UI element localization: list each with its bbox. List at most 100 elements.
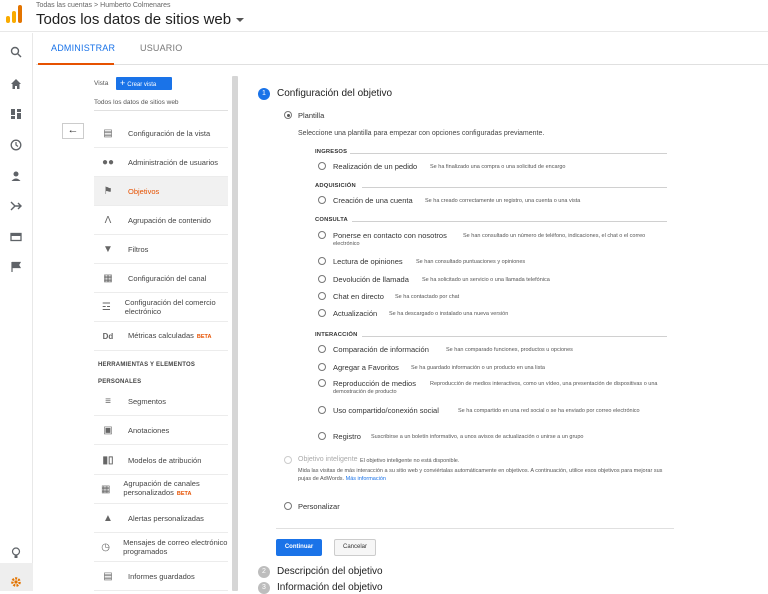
- menu-item-goals[interactable]: ⚑ Objetivos: [94, 177, 228, 206]
- menu-item-label: Mensajes de correo electrónico programad…: [123, 538, 228, 556]
- goal-option-radio[interactable]: [318, 196, 326, 204]
- menu-item-label: Objetivos: [128, 186, 160, 196]
- back-arrow-button[interactable]: ←: [62, 123, 84, 139]
- goal-option-description: Se ha finalizado una compra o una solici…: [430, 164, 566, 170]
- menu-item-segments[interactable]: ≡ Segmentos: [94, 387, 228, 416]
- goal-option-radio[interactable]: [318, 257, 326, 265]
- menu-item-annotations[interactable]: ▣ Anotaciones: [94, 416, 228, 445]
- continue-button[interactable]: Continuar: [276, 539, 322, 556]
- menu-item-channel-settings[interactable]: ▦ Configuración del canal: [94, 264, 228, 293]
- menu-item-view-settings[interactable]: ▤ Configuración de la vista: [94, 119, 228, 148]
- tab-administrar[interactable]: ADMINISTRAR: [51, 43, 115, 53]
- tab-usuario[interactable]: USUARIO: [140, 43, 182, 53]
- menu-item-label: Administración de usuarios: [128, 157, 219, 167]
- category-heading: INTERACCIÓN: [315, 332, 358, 338]
- clock-icon[interactable]: [8, 139, 24, 155]
- acquisition-icon[interactable]: [8, 200, 24, 216]
- users-icon: ●●: [101, 156, 115, 168]
- lightbulb-icon[interactable]: [8, 547, 24, 563]
- custom-radio[interactable]: [284, 502, 292, 510]
- goal-option-label[interactable]: Lectura de opiniones: [333, 257, 403, 266]
- beta-badge: BETA: [196, 333, 212, 340]
- megaphone-icon: ▲: [103, 512, 113, 524]
- menu-item-ecommerce-settings[interactable]: ☲ Configuración del comercio electrónico: [94, 293, 228, 322]
- menu-item-saved-reports[interactable]: ▤ Informes guardados: [94, 562, 228, 591]
- behavior-icon[interactable]: [8, 231, 24, 247]
- person-icon[interactable]: [8, 170, 24, 186]
- goal-option-radio[interactable]: [318, 275, 326, 283]
- dd-icon: Dd: [102, 331, 114, 341]
- step-title: Descripción del objetivo: [277, 566, 383, 577]
- template-intro: Seleccione una plantilla para empezar co…: [298, 130, 545, 137]
- custom-label[interactable]: Personalizar: [298, 502, 340, 511]
- active-tab-indicator: [38, 63, 114, 65]
- breadcrumb[interactable]: Todas las cuentas > Humberto Colmenares: [36, 2, 171, 9]
- scrollbar[interactable]: [232, 76, 238, 591]
- goal-option-description: Suscribirse a un boletín informativo, a …: [371, 434, 584, 440]
- analytics-logo-icon[interactable]: [6, 5, 22, 23]
- menu-item-scheduled-emails[interactable]: ◷ Mensajes de correo electrónico programa…: [94, 533, 228, 562]
- learn-more-link[interactable]: Más información: [346, 476, 386, 482]
- menu-item-custom-channel-grouping[interactable]: ▦ Agrupación de canales personalizados BET…: [94, 475, 228, 504]
- menu-item-label: Modelos de atribución: [128, 455, 202, 465]
- view-name[interactable]: Todos los datos de sitios web: [94, 99, 179, 106]
- goal-option-label[interactable]: Actualización: [333, 309, 377, 318]
- document-icon: ▤: [103, 570, 113, 582]
- plus-icon: +: [120, 78, 126, 88]
- view-selector[interactable]: Todos los datos de sitios web: [36, 11, 245, 28]
- smart-goal-radio[interactable]: [284, 456, 292, 464]
- goal-option-label[interactable]: Agregar a Favoritos: [333, 363, 399, 372]
- category-heading: CONSULTA: [315, 217, 348, 223]
- template-label[interactable]: Plantilla: [298, 111, 324, 120]
- goal-option-label[interactable]: Comparación de información: [333, 345, 429, 354]
- menu-item-label: Informes guardados: [128, 571, 195, 581]
- goal-option-label[interactable]: Registro: [333, 432, 361, 441]
- dashboard-icon[interactable]: [8, 108, 24, 124]
- view-column-label: Vista: [94, 80, 109, 87]
- home-icon[interactable]: [8, 78, 24, 94]
- menu-item-attribution-models[interactable]: ▮▯ Modelos de atribución: [94, 446, 228, 475]
- menu-item-content-grouping[interactable]: Λ Agrupación de contenido: [94, 206, 228, 235]
- goal-option-radio[interactable]: [318, 363, 326, 371]
- goal-option-radio[interactable]: [318, 231, 326, 239]
- segments-icon: ≡: [105, 395, 111, 407]
- menu-item-label: Filtros: [128, 244, 149, 254]
- flag-icon[interactable]: [8, 261, 24, 277]
- goal-option-radio[interactable]: [318, 162, 326, 170]
- menu-item-label: Métricas calculadas BETA: [128, 331, 211, 342]
- arrow-left-icon: ←: [67, 124, 79, 136]
- cancel-button[interactable]: Cancelar: [334, 539, 376, 556]
- menu-item-filters[interactable]: ▼ Filtros: [94, 235, 228, 264]
- goal-option-radio[interactable]: [318, 379, 326, 387]
- goal-option-description: Se ha solicitado un servicio o una llama…: [422, 277, 550, 283]
- goal-option-label[interactable]: Realización de un pedido: [333, 162, 417, 171]
- menu-item-user-management[interactable]: ●● Administración de usuarios: [94, 148, 228, 177]
- goal-option-description: Se han comparado funciones, productos u …: [446, 347, 573, 353]
- comment-icon: ▣: [103, 424, 113, 436]
- template-radio[interactable]: [284, 111, 292, 119]
- goal-option-label[interactable]: Chat en directo: [333, 292, 384, 301]
- page-title[interactable]: Todos los datos de sitios web: [36, 11, 231, 28]
- goal-option-radio[interactable]: [318, 432, 326, 440]
- goal-option-radio[interactable]: [318, 309, 326, 317]
- goal-option-radio[interactable]: [318, 345, 326, 353]
- breadcrumb-item[interactable]: Todas las cuentas: [36, 2, 92, 9]
- section-heading: HERRAMIENTAS Y ELEMENTOS: [98, 362, 196, 368]
- section-heading: PERSONALES: [98, 379, 142, 385]
- menu-item-label: Agrupación de canales personalizados BETA: [123, 479, 228, 499]
- divider: [362, 187, 667, 188]
- goal-option-radio[interactable]: [318, 292, 326, 300]
- create-view-button[interactable]: + Crear vista: [116, 77, 172, 90]
- goal-option-label[interactable]: Creación de una cuenta: [333, 196, 413, 205]
- divider: [350, 153, 667, 154]
- step-number-badge: 2: [258, 566, 270, 578]
- goal-option-radio[interactable]: [318, 406, 326, 414]
- gear-icon[interactable]: [8, 576, 24, 592]
- caret-down-icon[interactable]: [236, 18, 245, 23]
- search-icon[interactable]: [8, 46, 24, 62]
- breadcrumb-item[interactable]: Humberto Colmenares: [100, 2, 170, 9]
- menu-item-custom-alerts[interactable]: ▲ Alertas personalizadas: [94, 504, 228, 533]
- menu-item-calculated-metrics[interactable]: Dd Métricas calculadas BETA: [94, 322, 228, 351]
- goal-option-label[interactable]: Devolución de llamada: [333, 275, 409, 284]
- channel-icon: ▦: [100, 483, 111, 495]
